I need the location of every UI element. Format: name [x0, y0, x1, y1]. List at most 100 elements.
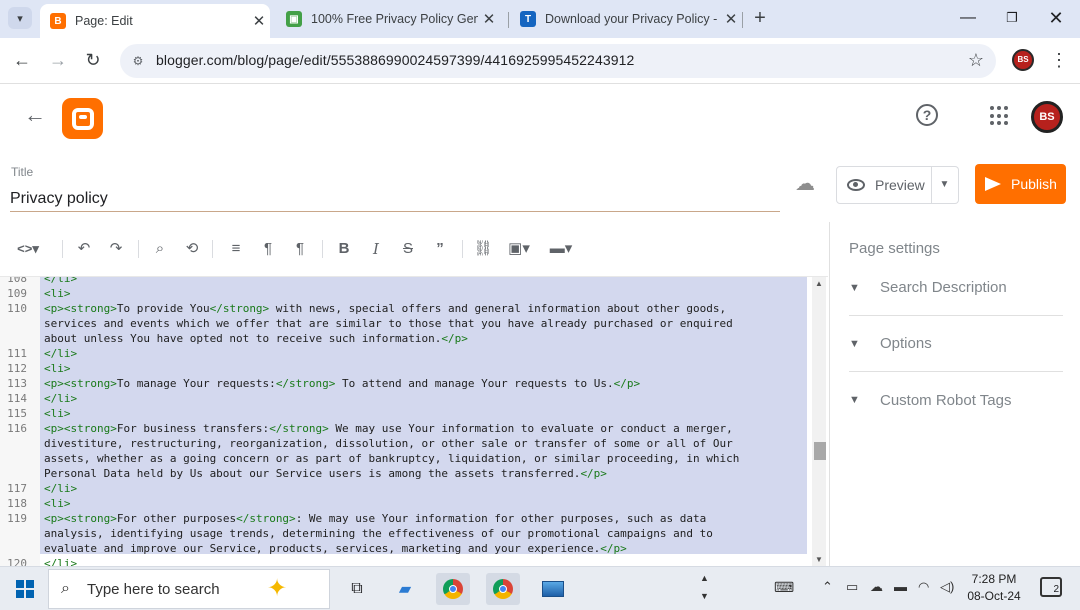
battery-icon[interactable]: ▬ — [894, 579, 907, 594]
editor-scrollbar[interactable] — [812, 277, 826, 566]
line-number: 114 — [7, 392, 27, 405]
line-number: 119 — [7, 512, 27, 525]
close-tab-icon[interactable]: ✕ — [478, 10, 500, 28]
close-window-icon[interactable]: ✕ — [1034, 6, 1078, 32]
taskbar-clock[interactable]: 7:28 PM 08-Oct-24 — [962, 571, 1026, 605]
clock-time: 7:28 PM — [971, 572, 1017, 586]
title-input[interactable]: Privacy policy — [10, 190, 108, 208]
code-text: <li> — [44, 287, 71, 300]
blogger-logo-icon[interactable] — [62, 98, 103, 139]
paragraph-icon[interactable]: ¶ — [258, 238, 278, 260]
close-tab-icon[interactable]: ✕ — [720, 10, 742, 28]
google-apps-icon[interactable] — [990, 106, 1010, 126]
taskbar-scroll-arrows-icon[interactable]: ▲ ▼ — [700, 569, 709, 605]
back-to-pages-arrow-icon[interactable]: ← — [24, 104, 48, 128]
show-hidden-icons-chevron-icon[interactable]: ⌃ — [822, 579, 833, 595]
code-text: divestiture, restructuring, reorganizati… — [44, 437, 733, 450]
italic-icon[interactable]: I — [366, 238, 386, 260]
restore-window-icon[interactable]: ❐ — [990, 6, 1034, 32]
preview-label: Preview — [875, 177, 925, 193]
help-icon[interactable]: ? — [916, 104, 938, 126]
link-icon[interactable]: ⛓ — [472, 238, 494, 260]
html-view-toggle-icon[interactable]: <>▾ — [12, 238, 44, 260]
bookmark-star-icon[interactable]: ☆ — [968, 50, 984, 71]
chrome-profile-app-icon[interactable] — [486, 573, 520, 605]
reload-icon[interactable]: ↻ — [81, 49, 105, 73]
redo-icon[interactable]: ↷ — [106, 238, 126, 260]
termly-favicon-icon: T — [520, 11, 536, 27]
code-text: </li> — [44, 482, 78, 495]
insert-video-icon[interactable]: ▬▾ — [546, 238, 576, 260]
file-explorer-icon[interactable]: ▰ — [388, 573, 422, 605]
paragraph-rtl-icon[interactable]: ¶ — [290, 238, 310, 260]
taskbar-search-box[interactable]: ⌕ Type here to search ✦ — [48, 569, 330, 609]
code-text: about unless You have opted not to recei… — [44, 332, 468, 345]
html-code-editor[interactable]: 108 </li> 109 <li> 110 <p><strong>To provide … — [0, 276, 828, 566]
section-label: Search Description — [880, 279, 1007, 296]
toolbar-divider — [462, 240, 463, 258]
code-text: </li> — [44, 347, 78, 360]
media-app-icon[interactable] — [536, 573, 570, 605]
address-bar[interactable]: ⚙ blogger.com/blog/page/edit/55538869900… — [120, 44, 996, 78]
undo-icon[interactable]: ↶ — [74, 238, 94, 260]
tab-page-edit[interactable]: B Page: Edit ✕ — [40, 4, 270, 38]
strikethrough-icon[interactable]: S — [398, 238, 418, 260]
quote-icon[interactable]: ” — [430, 238, 450, 260]
search-highlight-sparkle-icon: ✦ — [267, 575, 288, 602]
notification-center-icon[interactable]: 2 — [1040, 577, 1062, 597]
url-text[interactable]: blogger.com/blog/page/edit/5553886990024… — [156, 52, 634, 68]
blogger-favicon-icon: B — [50, 13, 66, 29]
line-number: 110 — [7, 302, 27, 315]
search-description-section[interactable]: ▼ Search Description — [849, 260, 1063, 316]
preview-button[interactable]: Preview — [836, 166, 932, 204]
windows-start-icon[interactable] — [16, 580, 34, 598]
device-icon[interactable]: ▭ — [846, 579, 858, 595]
custom-robot-tags-section[interactable]: ▼ Custom Robot Tags — [849, 372, 1063, 428]
close-tab-icon[interactable]: ✕ — [248, 12, 270, 30]
preview-dropdown-chevron-icon[interactable]: ▼ — [931, 166, 959, 204]
toolbar-divider — [322, 240, 323, 258]
browser-menu-icon[interactable]: ⋮ — [1050, 49, 1068, 73]
title-underline — [10, 211, 780, 212]
options-section[interactable]: ▼ Options — [849, 316, 1063, 372]
toolbar-divider — [62, 240, 63, 258]
code-text: services and events which we offer that … — [44, 317, 733, 330]
bold-icon[interactable]: B — [334, 238, 354, 260]
code-text: </li> — [44, 276, 78, 285]
publish-button[interactable]: Publish — [975, 164, 1066, 204]
forward-arrow-icon[interactable]: → — [46, 49, 70, 73]
browser-profile-avatar[interactable]: BS — [1012, 49, 1034, 71]
scrollbar-thumb[interactable] — [814, 442, 826, 460]
line-number: 112 — [7, 362, 27, 375]
browser-tab-strip: ▾ B Page: Edit ✕ ▣ 100% Free Privacy Pol… — [0, 0, 1080, 38]
code-text: <li> — [44, 362, 71, 375]
minimize-window-icon[interactable]: — — [946, 6, 990, 32]
back-arrow-icon[interactable]: ← — [10, 49, 34, 73]
new-tab-plus-icon[interactable]: + — [748, 7, 772, 31]
section-label: Custom Robot Tags — [880, 391, 1012, 409]
wifi-icon[interactable]: ◠ — [918, 579, 929, 595]
toolbar-divider — [138, 240, 139, 258]
insert-image-icon[interactable]: ▣▾ — [504, 238, 534, 260]
tab-privacy-generator[interactable]: ▣ 100% Free Privacy Policy Gener ✕ — [276, 4, 500, 34]
tab-search-chevron-icon[interactable]: ▾ — [8, 7, 32, 29]
eye-icon — [847, 179, 865, 191]
scroll-up-arrow-icon[interactable]: ▲ — [815, 279, 823, 288]
volume-icon[interactable]: ◁) — [940, 579, 954, 595]
task-view-icon[interactable]: ⧉ — [340, 573, 374, 605]
blogger-header: ← ? BS — [0, 84, 1080, 154]
account-avatar[interactable]: BS — [1031, 101, 1063, 133]
cloud-sync-icon[interactable]: ☁ — [870, 579, 883, 595]
line-number: 115 — [7, 407, 27, 420]
find-replace-icon[interactable]: ⟲ — [182, 238, 202, 260]
scroll-down-arrow-icon[interactable]: ▼ — [815, 555, 823, 564]
keyboard-icon[interactable]: ⌨ — [774, 579, 794, 596]
code-text: <li> — [44, 497, 71, 510]
code-text: <p><strong>To provide You</strong> with … — [44, 302, 727, 315]
tab-download-policy[interactable]: T Download your Privacy Policy - ✕ — [510, 4, 742, 34]
chrome-app-icon[interactable] — [436, 573, 470, 605]
page-settings-title: Page settings — [849, 240, 940, 257]
align-icon[interactable]: ≡ — [226, 238, 246, 260]
site-settings-icon[interactable]: ⚙ — [129, 52, 147, 70]
search-icon[interactable]: ⌕ — [150, 238, 170, 260]
